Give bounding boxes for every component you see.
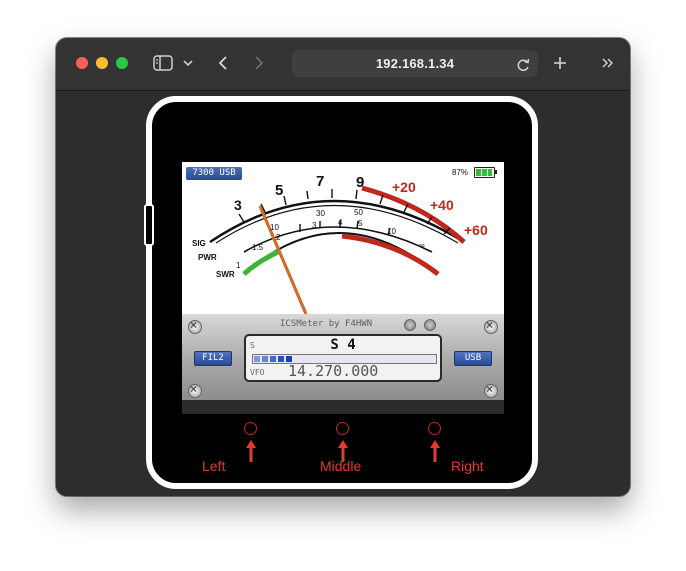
s-scale-label: 3: [234, 197, 242, 213]
page-content: 3 5 7 9 +20 +40 +60 10 30 50 1 1.5 2 3 4…: [56, 91, 630, 496]
s-scale-label: 7: [316, 173, 324, 190]
s-scale-label: 9: [356, 174, 364, 191]
forward-icon[interactable]: [252, 52, 266, 74]
s-meter-segment: [254, 356, 260, 362]
control-panel: ICSMeter by F4HWN FIL2 USB S S 4: [182, 314, 504, 400]
pwr-scale-label: 50: [354, 208, 363, 217]
sidebar-icon[interactable]: [152, 52, 174, 74]
swr-scale-label: 1.5: [252, 243, 264, 252]
middle-button-label: Middle: [320, 458, 362, 474]
arrow-up-icon: [246, 440, 256, 462]
usb-button[interactable]: USB: [454, 351, 492, 366]
title-bar: 192.168.1.34: [56, 38, 630, 91]
mode-badge: 7300 USB: [186, 167, 242, 180]
plus-icon[interactable]: [552, 52, 568, 74]
vfo-label: VFO: [250, 368, 265, 377]
fil2-button[interactable]: FIL2: [194, 351, 232, 366]
browser-window: 192.168.1.34 3 5 7 9 +20 +40 +60 10 30 5…: [56, 38, 630, 496]
s-meter-segment: [278, 356, 284, 362]
s-meter-value: S 4: [330, 337, 356, 353]
minimize-window-button[interactable]: [96, 57, 108, 69]
chevron-down-icon[interactable]: [182, 52, 194, 74]
swr-scale-label: 2: [276, 233, 281, 242]
screw-icon: [484, 382, 498, 398]
swr-scale-label: ∞: [419, 241, 425, 250]
status-led-icon: [404, 319, 416, 331]
swr-scale-label: 1: [236, 261, 241, 270]
more-icon[interactable]: [600, 52, 616, 74]
left-button-label: Left: [202, 458, 226, 474]
panel-bottom-edge: [182, 400, 504, 414]
pwr-label: PWR: [198, 253, 217, 262]
right-button-label: Right: [451, 458, 484, 474]
battery-percent: 87%: [452, 168, 469, 177]
battery-tip: [495, 170, 497, 174]
zoom-window-button[interactable]: [116, 57, 128, 69]
swr-scale-label: 4: [338, 218, 343, 227]
m5stack-device: 3 5 7 9 +20 +40 +60 10 30 50 1 1.5 2 3 4…: [144, 96, 538, 489]
middle-hardware-button[interactable]: [336, 422, 349, 435]
back-icon[interactable]: [216, 52, 230, 74]
pwr-scale-label: 10: [270, 223, 279, 232]
screw-icon: [188, 318, 202, 334]
lcd-display: S S 4 VFO 14.270.000: [244, 334, 442, 382]
status-led-icon: [424, 319, 436, 331]
close-window-button[interactable]: [76, 57, 88, 69]
screw-icon: [188, 382, 202, 398]
s-scale-label: +20: [392, 179, 416, 195]
swr-scale-label: 10: [387, 227, 396, 236]
s-meter-segment: [270, 356, 276, 362]
screw-icon: [484, 318, 498, 334]
panel-title: ICSMeter by F4HWN: [280, 319, 373, 329]
power-side-button: [144, 204, 154, 246]
reload-icon[interactable]: [516, 54, 530, 76]
device-screen: 3 5 7 9 +20 +40 +60 10 30 50 1 1.5 2 3 4…: [182, 162, 504, 414]
address-bar[interactable]: 192.168.1.34: [292, 50, 538, 77]
analog-meter: 3 5 7 9 +20 +40 +60 10 30 50 1 1.5 2 3 4…: [182, 162, 504, 314]
url-text: 192.168.1.34: [375, 56, 455, 71]
arrow-up-icon: [430, 440, 440, 462]
s-scale-label: 5: [275, 182, 283, 199]
right-hardware-button[interactable]: [428, 422, 441, 435]
swr-label: SWR: [216, 270, 235, 279]
swr-scale-label: 3: [312, 221, 317, 230]
s-scale-label: +40: [430, 197, 454, 213]
sig-label: SIG: [192, 239, 206, 248]
pwr-scale-label: 30: [316, 209, 325, 218]
left-hardware-button[interactable]: [244, 422, 257, 435]
swr-scale-label: 5: [358, 219, 363, 228]
s-scale-label: +60: [464, 222, 488, 238]
frequency-readout: 14.270.000: [288, 362, 379, 380]
s-meter-segment: [262, 356, 268, 362]
battery-icon: [474, 167, 495, 178]
